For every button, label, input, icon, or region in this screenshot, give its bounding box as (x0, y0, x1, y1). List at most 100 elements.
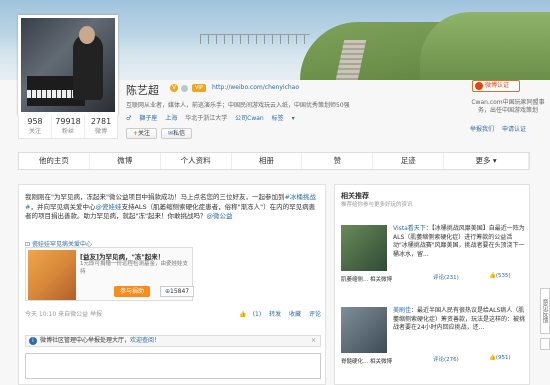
tab-more[interactable]: 更多 ▾ (444, 153, 529, 169)
campaign-count-value: 15847 (170, 288, 190, 295)
verified-v-icon: V (170, 84, 178, 92)
weibo-auth-badge[interactable]: 微博认证 (472, 80, 520, 92)
notice-link[interactable]: 欢迎查阅！ (130, 337, 160, 344)
recommend-item-text: Vista看天下：【冰桶挑战风靡美国】自最近一阵为ALS（肌萎缩侧索硬化症）进行… (393, 225, 525, 259)
tab-footprint[interactable]: 足迹 (373, 153, 445, 169)
recommend-item-caption2[interactable]: 相关微博 (370, 359, 392, 365)
campaign-count: ⊕15847 (160, 286, 195, 297)
back-to-top-button[interactable] (540, 338, 550, 350)
like-button[interactable]: 👍 (1) (233, 311, 261, 318)
feedback-tab[interactable]: 意见反馈 (540, 288, 550, 334)
stat-posts-value: 2781 (90, 117, 112, 126)
male-icon: ♂ (126, 115, 132, 122)
info-school: 华北于浙江大学 (185, 115, 228, 122)
auth-link-report[interactable]: 举报我们 (470, 126, 494, 133)
post-mention2-link[interactable]: @微公益 (206, 212, 232, 220)
recommend-item-caption2[interactable]: 相关微博 (370, 277, 392, 283)
info-tag-link[interactable]: 獅子座 (139, 115, 157, 122)
profile-name: 陈艺超 (126, 84, 159, 97)
like-count: (1) (252, 311, 262, 318)
comment-button[interactable]: 评论 (309, 311, 321, 318)
stat-followers-label: 粉丝 (61, 128, 74, 135)
daren-icon[interactable] (181, 85, 188, 92)
notice-bar: i 微博社区管理中心举报处理大厅，欢迎查阅！ × (25, 335, 321, 347)
recommend-item-author[interactable]: Vista看天下 (393, 225, 426, 232)
banner-hill-far (420, 12, 550, 80)
auth-description: Cwan.com中国玩家同盟事务，出任中国游戏策划 (471, 99, 545, 114)
post-text: 我刚刚在"为罕见病，冻起来"微公益项目中捐款成功！马上点名您的三位好友，一起参加… (25, 193, 321, 222)
message-button-label: 私信 (173, 130, 186, 137)
weibo-logo-icon (475, 82, 483, 90)
recommend-item-image[interactable] (341, 225, 387, 271)
recommend-item-likes[interactable]: 👍(535) (489, 273, 511, 279)
recommend-item-text: 美刷佳：最近半国人民有很热议是给ALS病人（肌萎缩侧索硬化症）筹资善款，玩法是这… (393, 307, 525, 333)
comment-input[interactable] (25, 353, 321, 379)
info-label-link[interactable]: 标签 (272, 115, 284, 122)
profile-url-link[interactable]: http://weibo.com/chenyichao (212, 84, 299, 91)
recommend-item-likes-count: (535) (495, 273, 511, 279)
weibo-auth-label: 微博认证 (485, 82, 510, 89)
follow-button[interactable]: +关注 (126, 128, 158, 139)
profile-bio: 互联网从业者，媒体人，前巡演乐手；中国民间游戏玩云入纸，中国优秀策划师50强 (126, 102, 350, 109)
avatar[interactable] (18, 15, 118, 115)
stat-following[interactable]: 958 关注 (19, 115, 52, 138)
recommend-item-comments[interactable]: 评论(276) (433, 355, 459, 363)
recommend-item-likes-count: (951) (495, 355, 511, 361)
post-text-mid: ，并向罕见病关爱中心 (30, 202, 96, 211)
post-actions: 👍 (1) 转发 收藏 评论 (227, 309, 321, 318)
tab-profile-info[interactable]: 个人资料 (161, 153, 232, 169)
post-source[interactable]: 来自微公益 (58, 311, 88, 318)
recommend-item: Vista看天下：【冰桶挑战风靡美国】自最近一阵为ALS（肌萎缩侧索硬化症）进行… (341, 225, 525, 285)
auth-link-apply[interactable]: 申请认证 (502, 126, 526, 133)
recommend-item-author[interactable]: 美刷佳 (393, 307, 411, 314)
stat-following-label: 关注 (28, 128, 41, 135)
tab-likes[interactable]: 赞 (302, 153, 374, 169)
post-text-pre: 我刚刚在"为罕见病，冻起来"微公益项目中捐款成功！马上点名您的三位好友，一起参加… (25, 193, 285, 201)
profile-tabs: 他的主页 微博 个人资料 相册 赞 足迹 更多 ▾ (18, 152, 530, 170)
notice-text: 微博社区管理中心举报处理大厅， (40, 337, 131, 344)
tab-weibo[interactable]: 微博 (90, 153, 161, 169)
thumb-up-icon: 👍 (489, 355, 496, 361)
recommend-item-likes[interactable]: 👍(951) (489, 355, 511, 361)
message-button[interactable]: ✉私信 (161, 128, 193, 139)
thumb-up-icon: 👍 (489, 273, 496, 279)
stat-posts[interactable]: 2781 微博 (85, 115, 117, 138)
campaign-title[interactable]: [益友]为罕见病，"冻"起来！ (80, 251, 164, 261)
campaign-card[interactable]: [益友]为罕见病，"冻"起来！ 1元即可捐赠一份远程检测基金，由瓷娃娃支持 参与… (25, 247, 195, 301)
recommend-item: 美刷佳：最近半国人民有很热议是给ALS病人（肌萎缩侧索硬化症）筹资善款，玩法是这… (341, 307, 525, 367)
recommend-item-body: ：最近半国人民有很热议是给ALS病人（肌萎缩侧索硬化症）筹资善款，玩法是这样的：… (393, 307, 526, 331)
recommend-item-comments[interactable]: 评论(231) (433, 273, 459, 281)
recommend-item-caption: 肌萎缩侧... 相关微博 (341, 275, 392, 283)
banner-fence (200, 34, 310, 44)
info-location-link[interactable]: 上海 (165, 115, 177, 122)
recommend-subtitle: 推荐给你参与更多好玩的资讯 (341, 202, 413, 208)
recommend-panel: 相关推荐 推荐给你参与更多好玩的资讯 Vista看天下：【冰桶挑战风靡美国】自最… (334, 184, 530, 385)
close-icon[interactable]: × (311, 336, 316, 346)
profile-info-line: ♂ 獅子座 上海 华北于浙江大学 公司Cwan 标签 ▾ (126, 113, 301, 122)
chevron-down-icon: ▾ (492, 156, 497, 165)
recommend-item-caption-text[interactable]: 肌萎缩侧... (341, 277, 368, 283)
vip-badge[interactable]: VIP (192, 84, 206, 92)
auth-links: 举报我们 申请认证 (470, 124, 532, 133)
favorite-button[interactable]: 收藏 (289, 311, 301, 318)
profile-action-buttons: +关注 ✉私信 (126, 128, 193, 139)
post-mention-link[interactable]: @瓷娃娃 (95, 203, 121, 211)
follow-button-label: 关注 (138, 130, 151, 137)
donate-button[interactable]: 参与捐助 (114, 286, 151, 297)
recommend-item-image[interactable] (341, 307, 387, 353)
stat-following-value: 958 (27, 117, 43, 126)
feed-panel: 我刚刚在"为罕见病，冻起来"微公益项目中捐款成功！马上点名您的三位好友，一起参加… (18, 184, 326, 385)
post-meta: 今天 10:10 来自微公益 举报 👍 (1) 转发 收藏 评论 (25, 309, 321, 318)
info-company-link[interactable]: 公司Cwan (235, 115, 264, 122)
avatar-head (79, 26, 95, 44)
stat-followers[interactable]: 79918 粉丝 (52, 115, 85, 138)
repost-button[interactable]: 转发 (269, 311, 281, 318)
post-report-link[interactable]: 举报 (90, 311, 102, 318)
recommend-item-caption: 脊髓硬化... 相关微博 (341, 357, 392, 365)
tab-album[interactable]: 相册 (232, 153, 303, 169)
campaign-image (28, 250, 76, 300)
recommend-item-caption-text[interactable]: 脊髓硬化... (341, 359, 368, 365)
tab-home[interactable]: 他的主页 (19, 153, 90, 169)
post-time[interactable]: 今天 10:10 (25, 311, 56, 318)
chevron-down-icon[interactable]: ▾ (292, 115, 295, 122)
